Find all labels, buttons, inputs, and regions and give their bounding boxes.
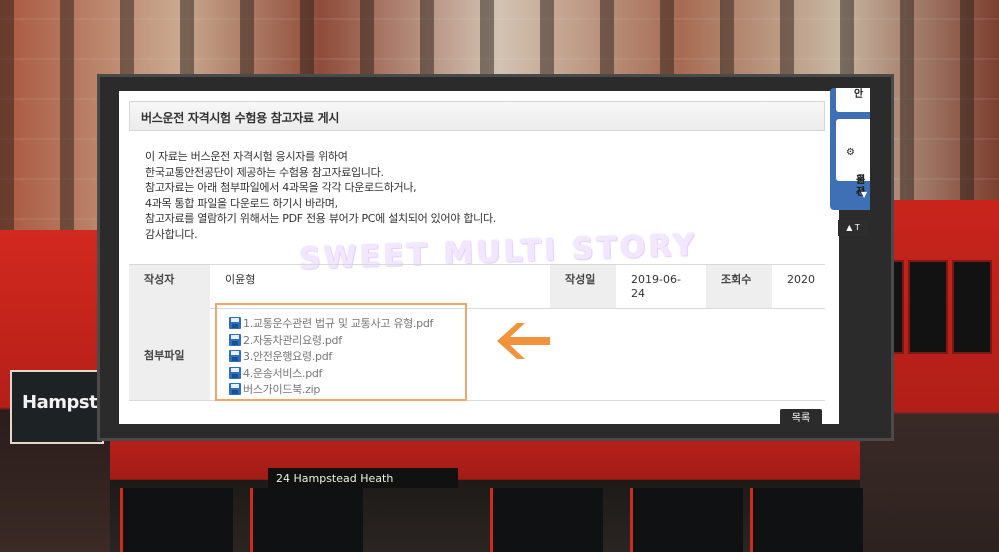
file-disk-icon: [229, 383, 241, 396]
date-value: 2019-06- 24: [616, 265, 706, 308]
post-title: 버스운전 자격시험 수험용 참고자료 게시: [141, 111, 340, 125]
list-button[interactable]: 목록: [780, 409, 822, 424]
side-widget-item-1[interactable]: 안: [836, 88, 870, 112]
attachment-link-4[interactable]: 4.운송서비스.pdf: [229, 365, 433, 382]
side-widget-item-2[interactable]: ⚙ 운전 검사: [836, 119, 870, 198]
scroll-top-button[interactable]: ▲ T: [838, 220, 868, 236]
views-header: 조회수: [706, 265, 772, 308]
attachment-link-1[interactable]: 1.교통운수관련 법규 및 교통사고 유형.pdf: [229, 315, 433, 332]
file-disk-icon: [229, 366, 241, 379]
author-header: 작성자: [129, 265, 210, 308]
attachment-list: 1.교통운수관련 법규 및 교통사고 유형.pdf 2.자동차관리요령.pdf …: [229, 315, 433, 398]
background-bus-left: [0, 230, 110, 552]
floating-side-widget: 안 ⚙ 운전 검사 ▼: [830, 88, 870, 210]
bus-destination-sign: 24 Hampstead Heath: [268, 468, 458, 488]
intro-line: 4과목 통합 파일을 다운로드 하기시 바라며,: [145, 196, 338, 210]
intro-line: 이 자료는 버스운전 자격시험 응시자를 위하여: [145, 150, 348, 163]
gear-icon: ⚙: [846, 147, 855, 158]
date-header: 작성일: [550, 265, 616, 308]
post-panel: 버스운전 자격시험 수험용 참고자료 게시 이 자료는 버스운전 자격시험 응시…: [119, 91, 839, 424]
post-title-bar: 버스운전 자격시험 수험용 참고자료 게시: [129, 101, 825, 131]
post-intro: 이 자료는 버스운전 자격시험 응시자를 위하여 한국교통안전공단이 제공하는 …: [145, 149, 825, 242]
file-disk-icon: [229, 350, 241, 363]
background-bus-bottom: [110, 440, 863, 552]
intro-line: 참고자료를 열람하기 위해서는 PDF 전용 뷰어가 PC에 설치되어 있어야 …: [145, 212, 496, 225]
attachments-row: 첨부파일 1.교통운수관련 법규 및 교통사고 유형.pdf 2.자동차관리요령…: [129, 303, 825, 401]
date-line1: 2019-06-: [631, 273, 681, 286]
arrow-left-icon: [497, 323, 550, 359]
intro-line: 참고자료는 아래 첨부파일에서 4과목을 각각 다운로드하거나,: [145, 181, 417, 194]
chevron-down-icon[interactable]: ▼: [861, 190, 867, 199]
author-value: 이윤형: [225, 273, 256, 286]
attachment-link-3[interactable]: 3.안전운행요령.pdf: [229, 348, 433, 365]
date-line2: 24: [631, 287, 645, 300]
attachment-link-2[interactable]: 2.자동차관리요령.pdf: [229, 332, 433, 349]
file-disk-icon: [229, 317, 241, 330]
attachment-link-5[interactable]: 버스가이드북.zip: [229, 381, 433, 398]
file-disk-icon: [229, 333, 241, 346]
intro-line: 한국교통안전공단이 제공하는 수험용 참고자료입니다.: [145, 165, 384, 179]
views-value: 2020: [787, 273, 815, 286]
attachments-highlight-box: 1.교통운수관련 법규 및 교통사고 유형.pdf 2.자동차관리요령.pdf …: [215, 303, 467, 401]
attachments-header: 첨부파일: [129, 307, 210, 400]
